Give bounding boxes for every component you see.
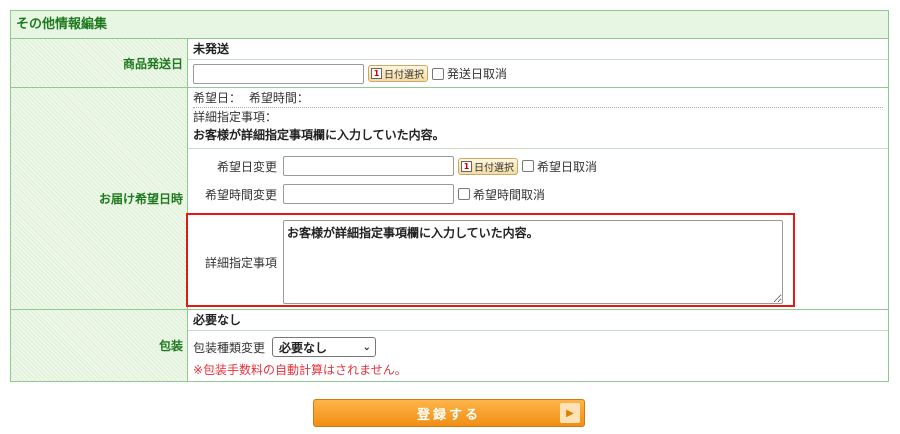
- desired-date-label: 希望日：: [193, 91, 242, 105]
- change-date-cancel-label: 希望日取消: [537, 159, 598, 174]
- detail-instructions-label: 詳細指定事項：: [193, 110, 278, 124]
- desired-time-label: 希望時間：: [248, 91, 309, 105]
- shipping-date-input[interactable]: [193, 63, 364, 84]
- change-date-picker-button[interactable]: 1 日付選択: [458, 157, 518, 175]
- chevron-down-icon: ⌄: [362, 341, 372, 353]
- packaging-type-select[interactable]: 必要なし ⌄: [272, 337, 377, 357]
- calendar-icon: 1: [461, 160, 472, 172]
- change-time-cancel-checkbox[interactable]: [458, 188, 470, 200]
- shipping-date-picker-button[interactable]: 1 日付選択: [368, 65, 428, 82]
- shipping-date-cancel-label: 発送日取消: [447, 67, 508, 81]
- delivery-datetime-label: お届け希望日時: [11, 88, 188, 309]
- arrow-right-icon: ▶: [560, 403, 580, 423]
- change-time-input[interactable]: [283, 184, 454, 204]
- delivery-info: 希望日： 希望時間： 詳細指定事項： お客様が詳細指定事項欄に入力していた内容。: [188, 88, 888, 149]
- calendar-icon: 1: [371, 68, 382, 79]
- change-time-row: 希望時間変更 希望時間取消: [193, 179, 883, 209]
- detail-instructions-text: お客様が詳細指定事項欄に入力していた内容。: [193, 128, 445, 142]
- packaging-change-label: 包装種類変更: [193, 340, 266, 355]
- packaging-fee-note: ※包装手数料の自動計算はされません。: [193, 363, 407, 377]
- shipping-date-controls: 1 日付選択 発送日取消: [188, 60, 888, 87]
- change-date-row: 希望日変更 1 日付選択 希望日取消: [193, 153, 883, 179]
- shipping-status: 未発送: [188, 39, 888, 60]
- detail-edit-highlight-box: [186, 213, 795, 307]
- other-info-edit-panel: その他情報編集 商品発送日 未発送 1 日付選択 発送日取消 お届け希望日時 希…: [10, 10, 889, 382]
- shipping-date-cancel-checkbox[interactable]: [432, 67, 444, 80]
- packaging-type-selected: 必要なし: [279, 340, 328, 355]
- register-button-label: 登録する: [416, 407, 481, 423]
- shipping-date-content: 未発送 1 日付選択 発送日取消: [188, 39, 888, 87]
- shipping-date-label: 商品発送日: [11, 39, 188, 87]
- change-time-label: 希望時間変更: [204, 187, 277, 202]
- packaging-controls: 包装種類変更 必要なし ⌄ ※包装手数料の自動計算はされません。: [188, 331, 888, 380]
- delivery-desired-line: 希望日： 希望時間：: [193, 89, 883, 108]
- packaging-content: 必要なし 包装種類変更 必要なし ⌄ ※包装手数料の自動計算はされません。: [188, 310, 888, 381]
- register-button[interactable]: 登録する ▶: [313, 399, 585, 427]
- change-date-input[interactable]: [283, 156, 454, 176]
- section-title: その他情報編集: [11, 11, 888, 39]
- packaging-status: 必要なし: [188, 310, 888, 331]
- packaging-change-line: 包装種類変更 必要なし ⌄: [193, 336, 883, 358]
- change-date-cancel-checkbox[interactable]: [522, 160, 534, 172]
- shipping-date-row: 商品発送日 未発送 1 日付選択 発送日取消: [11, 39, 888, 88]
- packaging-row: 包装 必要なし 包装種類変更 必要なし ⌄ ※包装手数料の自動計算はされません。: [11, 310, 888, 381]
- shipping-date-picker-label: 日付選択: [384, 70, 424, 81]
- change-date-label: 希望日変更: [216, 159, 277, 174]
- change-date-picker-label: 日付選択: [474, 162, 514, 174]
- packaging-label: 包装: [11, 310, 188, 381]
- change-time-cancel-label: 希望時間取消: [473, 187, 546, 202]
